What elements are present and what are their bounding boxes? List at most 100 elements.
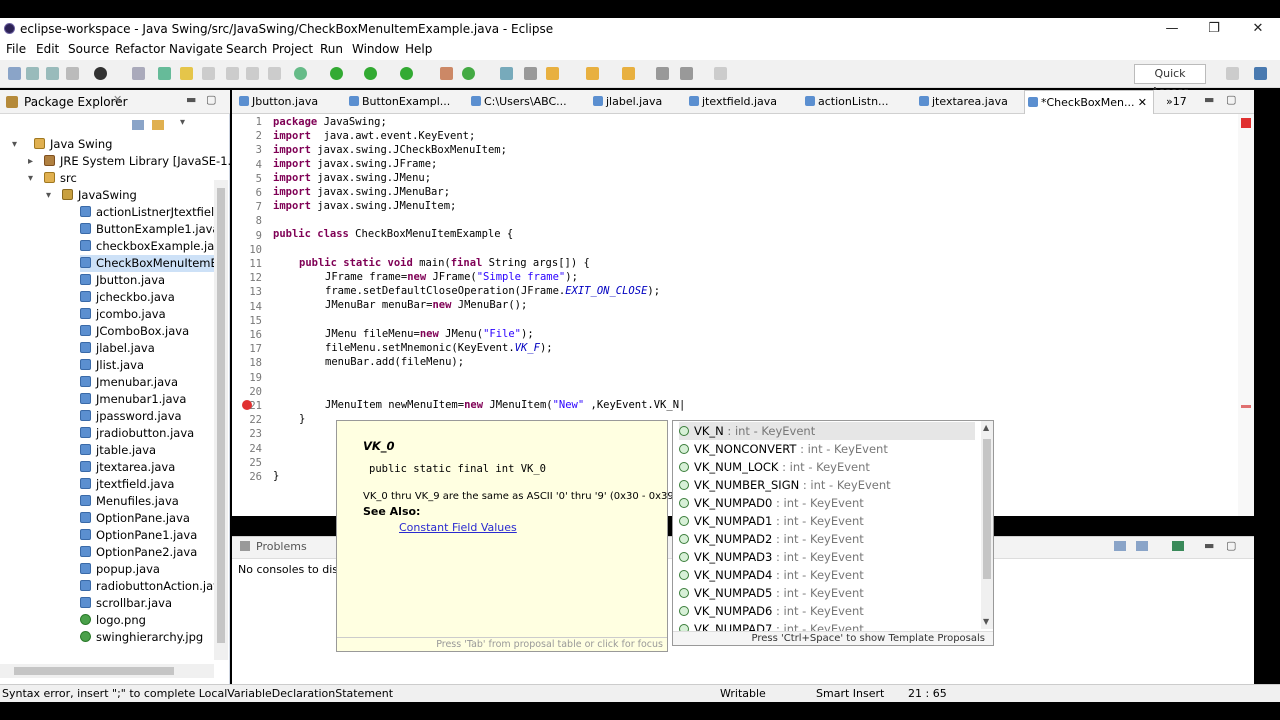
package-explorer-hscrollbar[interactable] <box>0 664 214 678</box>
search-icon[interactable] <box>524 67 537 80</box>
tree-file-item[interactable]: ▸OptionPane2.java <box>80 544 214 561</box>
new-java-package-icon[interactable] <box>440 67 453 80</box>
menu-project[interactable]: Project <box>272 42 313 56</box>
javadoc-link[interactable]: Constant Field Values <box>399 521 517 534</box>
more-tabs-button[interactable]: »17 <box>1162 90 1202 114</box>
skip-breakpoints-icon[interactable] <box>132 67 145 80</box>
maximize-editor-icon[interactable]: ▢ <box>1226 93 1236 106</box>
proposal-item[interactable]: VK_NUMBER_SIGN : int - KeyEvent <box>679 476 975 494</box>
tree-file-item[interactable]: ▸jtextarea.java <box>80 459 214 476</box>
tree-file-item[interactable]: ▸checkboxExample.java <box>80 238 214 255</box>
menu-file[interactable]: File <box>6 42 26 56</box>
toggle-mark-icon[interactable] <box>158 67 171 80</box>
block-selection-icon[interactable] <box>202 67 215 80</box>
quick-access-input[interactable]: Quick Access <box>1134 64 1206 98</box>
tree-file-item[interactable]: ▸Jbutton.java <box>80 272 214 289</box>
back-icon[interactable] <box>680 67 693 80</box>
tree-file-item[interactable]: ▸jcheckbo.java <box>80 289 214 306</box>
minimize-view-icon[interactable]: ▬ <box>186 93 196 106</box>
editor-tab[interactable]: jlabel.java <box>590 90 680 114</box>
tree-file-item[interactable]: ▸CheckBoxMenuItemExa <box>80 255 214 272</box>
minimize-editor-icon[interactable]: ▬ <box>1204 93 1214 106</box>
display-console-icon[interactable] <box>1136 541 1148 551</box>
proposal-item[interactable]: VK_NUM_LOCK : int - KeyEvent <box>679 458 975 476</box>
tree-file-item[interactable]: ▸Jmenubar.java <box>80 374 214 391</box>
package-explorer-scrollbar[interactable] <box>214 180 228 660</box>
editor-tab[interactable]: *CheckBoxMen... ✕ <box>1024 90 1154 114</box>
java-perspective-icon[interactable] <box>1254 67 1267 80</box>
tree-src[interactable]: ▾ src <box>28 170 77 187</box>
menu-run[interactable]: Run <box>320 42 343 56</box>
forward-icon[interactable] <box>714 67 727 80</box>
tree-file-item[interactable]: logo.png <box>80 612 214 629</box>
tab-problems[interactable]: Problems <box>256 540 307 553</box>
tree-file-item[interactable]: ▸Jlist.java <box>80 357 214 374</box>
open-task-icon[interactable] <box>546 67 559 80</box>
tree-file-item[interactable]: ▸jcombo.java <box>80 306 214 323</box>
debug-icon[interactable] <box>294 67 307 80</box>
maximize-view-icon[interactable]: ▢ <box>206 93 216 106</box>
link-editor-icon[interactable] <box>152 120 164 130</box>
editor-tab[interactable]: actionListn... <box>802 90 906 114</box>
proposal-item[interactable]: VK_NUMPAD4 : int - KeyEvent <box>679 566 975 584</box>
close-button[interactable]: ✕ <box>1236 18 1280 40</box>
menu-search[interactable]: Search <box>226 42 267 56</box>
proposal-item[interactable]: VK_NUMPAD6 : int - KeyEvent <box>679 602 975 620</box>
proposal-item[interactable]: VK_NUMPAD1 : int - KeyEvent <box>679 512 975 530</box>
tree-package[interactable]: ▾ JavaSwing <box>46 187 137 204</box>
new-icon[interactable] <box>8 67 21 80</box>
tree-file-item[interactable]: ▸Menufiles.java <box>80 493 214 510</box>
editor-tab[interactable]: C:\Users\ABC... <box>468 90 580 114</box>
tree-file-item[interactable]: ▸OptionPane.java <box>80 510 214 527</box>
tree-jre[interactable]: ▸ JRE System Library [JavaSE-1.8] <box>28 153 243 170</box>
editor-tab[interactable]: ButtonExampl... <box>346 90 458 114</box>
minimize-console-icon[interactable]: ▬ <box>1204 539 1214 552</box>
tree-file-item[interactable]: ▸JComboBox.java <box>80 323 214 340</box>
maximize-console-icon[interactable]: ▢ <box>1226 539 1236 552</box>
view-menu-icon[interactable]: ▾ <box>180 117 185 128</box>
close-view-icon[interactable]: ✕ <box>113 93 122 106</box>
error-ruler-mark[interactable] <box>1241 405 1251 408</box>
maximize-button[interactable]: ❐ <box>1192 18 1236 40</box>
tree-file-item[interactable]: ▸jtextfield.java <box>80 476 214 493</box>
open-type-icon[interactable] <box>500 67 513 80</box>
close-tab-icon[interactable]: ✕ <box>1138 91 1147 114</box>
javadoc-popup[interactable]: VK_0 public static final int VK_0 VK_0 t… <box>336 420 678 652</box>
menu-navigate[interactable]: Navigate <box>169 42 223 56</box>
last-edit-icon[interactable] <box>656 67 669 80</box>
open-perspective-icon[interactable] <box>1226 67 1239 80</box>
format-icon[interactable] <box>268 67 281 80</box>
tree-file-item[interactable]: ▸OptionPane1.java <box>80 527 214 544</box>
editor-tab[interactable]: Jbutton.java <box>236 90 340 114</box>
save-icon[interactable] <box>26 67 39 80</box>
menu-window[interactable]: Window <box>352 42 399 56</box>
menu-source[interactable]: Source <box>68 42 109 56</box>
menu-refactor[interactable]: Refactor <box>115 42 165 56</box>
tree-file-item[interactable]: ▸actionListnerJtextfield.ja <box>80 204 214 221</box>
error-marker-icon[interactable] <box>242 400 252 410</box>
save-all-icon[interactable] <box>46 67 59 80</box>
tree-file-item[interactable]: ▸jtable.java <box>80 442 214 459</box>
print-icon[interactable] <box>66 67 79 80</box>
tree-file-item[interactable]: ▸ButtonExample1.java <box>80 221 214 238</box>
previous-annotation-icon[interactable] <box>622 67 635 80</box>
tree-file-item[interactable]: ▸jradiobutton.java <box>80 425 214 442</box>
tree-file-item[interactable]: ▸scrollbar.java <box>80 595 214 612</box>
collapse-all-icon[interactable] <box>132 120 144 130</box>
proposal-item[interactable]: VK_NUMPAD0 : int - KeyEvent <box>679 494 975 512</box>
content-assist-popup[interactable]: VK_N : int - KeyEvent VK_NONCONVERT : int… <box>672 420 994 646</box>
external-tools-icon[interactable] <box>400 67 413 80</box>
open-console-icon[interactable] <box>1172 541 1184 551</box>
tree-file-item[interactable]: ▸popup.java <box>80 561 214 578</box>
highlight-icon[interactable] <box>180 67 193 80</box>
run-icon[interactable] <box>330 67 343 80</box>
pin-console-icon[interactable] <box>1114 541 1126 551</box>
tree-project[interactable]: ▾ Java Swing <box>12 136 112 153</box>
new-java-class-icon[interactable] <box>462 67 475 80</box>
tree-file-item[interactable]: ▸Jmenubar1.java <box>80 391 214 408</box>
debug-profile-icon[interactable] <box>94 67 107 80</box>
proposal-item[interactable]: VK_NONCONVERT : int - KeyEvent <box>679 440 975 458</box>
tree-file-item[interactable]: ▸jlabel.java <box>80 340 214 357</box>
minimize-button[interactable]: — <box>1150 18 1194 40</box>
show-whitespace-icon[interactable] <box>226 67 239 80</box>
